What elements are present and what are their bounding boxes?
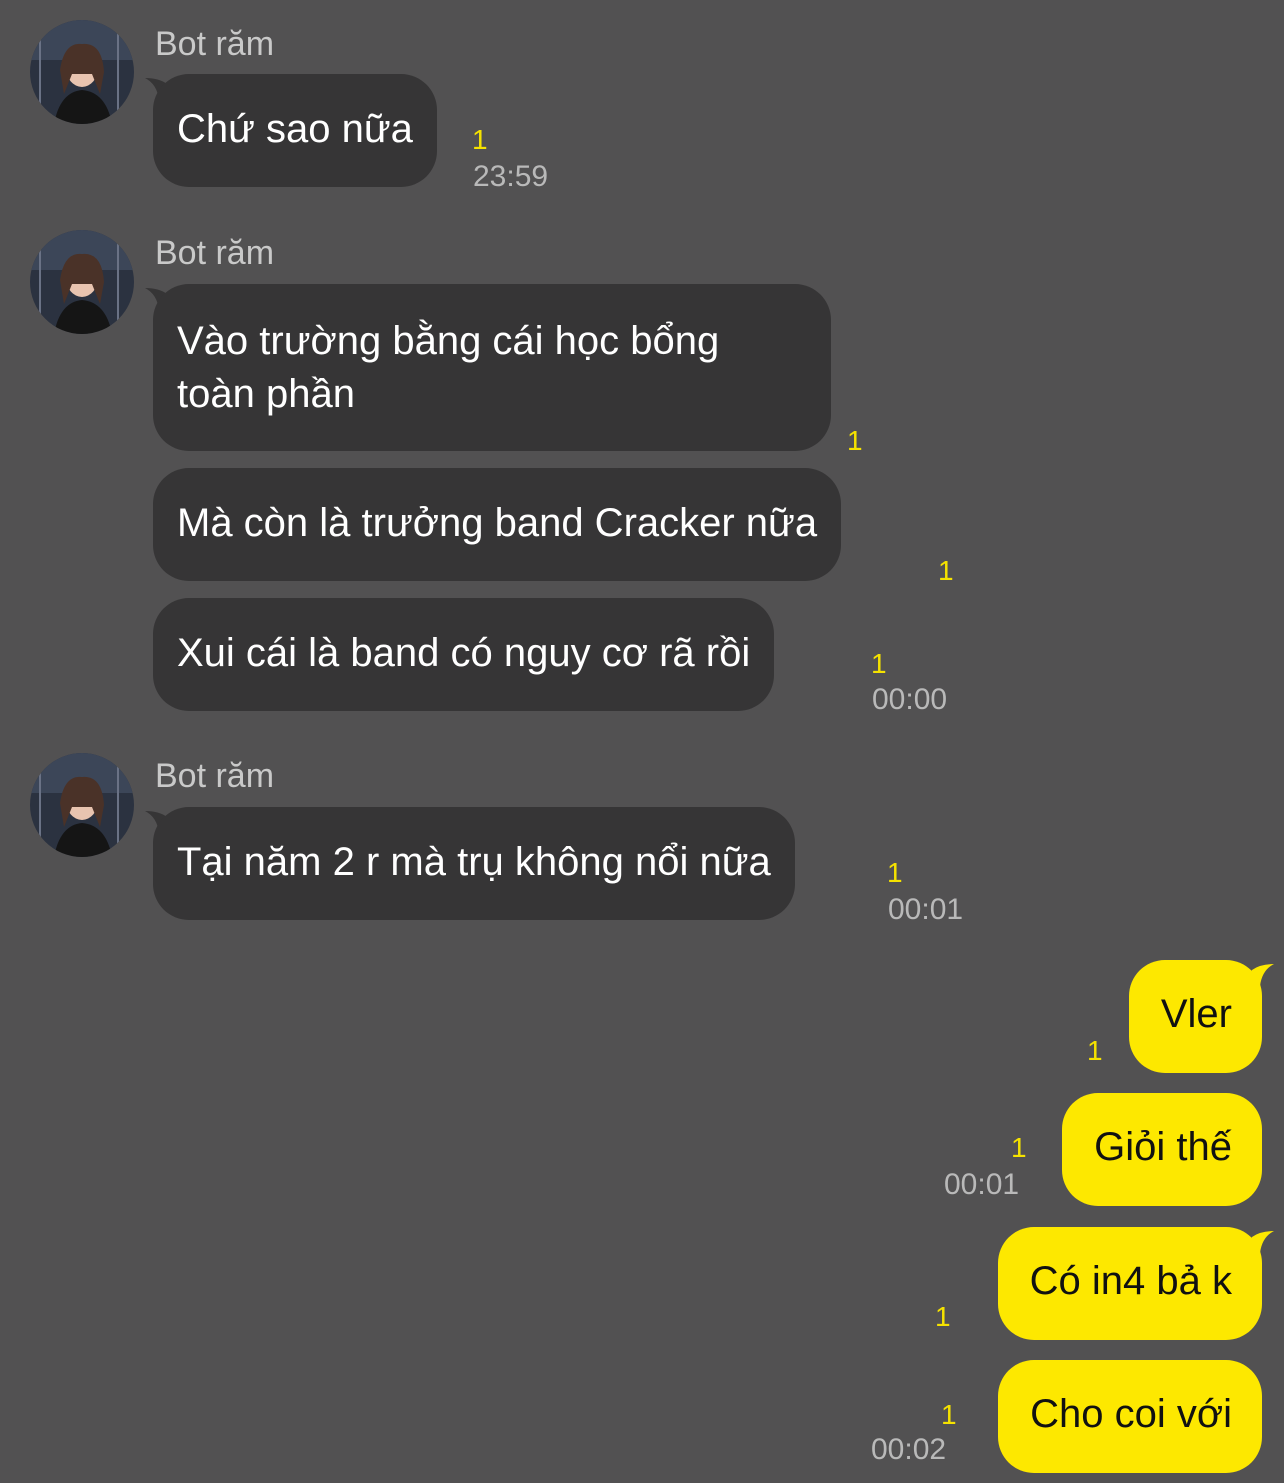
message-time: 00:01 [944,1168,1020,1201]
message-text-line: toàn phần [177,372,355,416]
sender-avatar[interactable] [30,753,134,857]
message-text: Có in4 bả k [1029,1259,1232,1303]
unread-count: 1 [1011,1132,1027,1163]
sender-avatar[interactable] [30,20,134,124]
sender-avatar[interactable] [30,230,134,334]
message-bubble[interactable]: Giỏi thế [1062,1093,1262,1206]
unread-count: 1 [871,648,887,679]
message-bubble[interactable]: Xui cái là band có nguy cơ rã rồi [153,598,775,711]
message-bubble[interactable]: Cho coi với [998,1360,1262,1473]
sender-name: Bot răm [155,757,275,795]
unread-count: 1 [941,1399,957,1430]
message-text: Cho coi với [1030,1392,1232,1436]
unread-count: 1 [1087,1035,1103,1066]
unread-count: 1 [847,425,863,456]
message-bubble[interactable]: Tại năm 2 r mà trụ không nổi nữa [153,807,795,920]
message-time: 00:02 [871,1433,947,1466]
message-bubble[interactable]: Vler [1128,960,1262,1073]
message-bubble[interactable]: Vào trường bằng cái học bổng toàn phần [153,284,831,451]
message-text: Tại năm 2 r mà trụ không nổi nữa [177,840,771,884]
message-bubble[interactable]: Chứ sao nữa [153,74,437,187]
message-text-line: Vào trường bằng cái học bổng [177,319,720,363]
message-time: 23:59 [473,160,549,193]
message-time: 00:00 [872,683,948,716]
unread-count: 1 [935,1301,951,1332]
chat-thread[interactable]: Bot răm Chứ sao nữa 1 23:59 Bot răm Vào … [0,0,1284,1483]
message-text: Giỏi thế [1094,1125,1232,1169]
unread-count: 1 [938,555,954,586]
message-text: Vler [1160,992,1232,1036]
unread-count: 1 [887,857,903,888]
message-time: 00:01 [888,893,964,926]
message-bubble[interactable]: Mà còn là trưởng band Cracker nữa [153,468,842,581]
message-bubble[interactable]: Có in4 bả k [997,1227,1262,1340]
sender-name: Bot răm [155,234,275,272]
message-text: Xui cái là band có nguy cơ rã rồi [177,631,751,675]
sender-name: Bot răm [155,25,275,63]
unread-count: 1 [472,124,488,155]
message-text: Chứ sao nữa [177,107,413,151]
message-text: Mà còn là trưởng band Cracker nữa [177,501,818,545]
